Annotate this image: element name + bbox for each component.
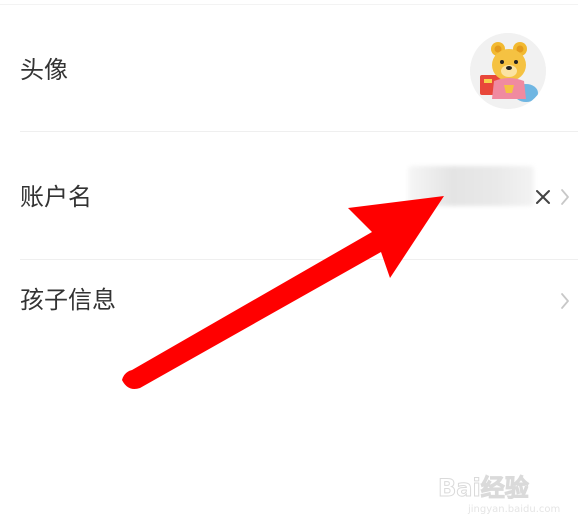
settings-row-avatar[interactable]: 头像 (0, 0, 578, 132)
watermark-url: jingyan.baidu.com (468, 504, 561, 515)
watermark: Bai经验 jingyan.baidu.com (438, 466, 574, 526)
watermark-brand: Bai经验 (438, 474, 530, 503)
chevron-right-icon (561, 293, 569, 309)
avatar[interactable] (470, 33, 546, 109)
clear-icon[interactable] (532, 186, 554, 208)
settings-row-account-name[interactable]: 账户名 (0, 132, 578, 260)
bear-avatar-icon (470, 33, 546, 109)
account-name-label: 账户名 (20, 183, 92, 211)
child-info-label: 孩子信息 (20, 286, 116, 314)
settings-row-child-info[interactable]: 孩子信息 (0, 260, 578, 344)
account-name-value-blurred[interactable] (408, 166, 534, 206)
avatar-label: 头像 (20, 56, 68, 84)
chevron-right-icon (561, 189, 569, 205)
